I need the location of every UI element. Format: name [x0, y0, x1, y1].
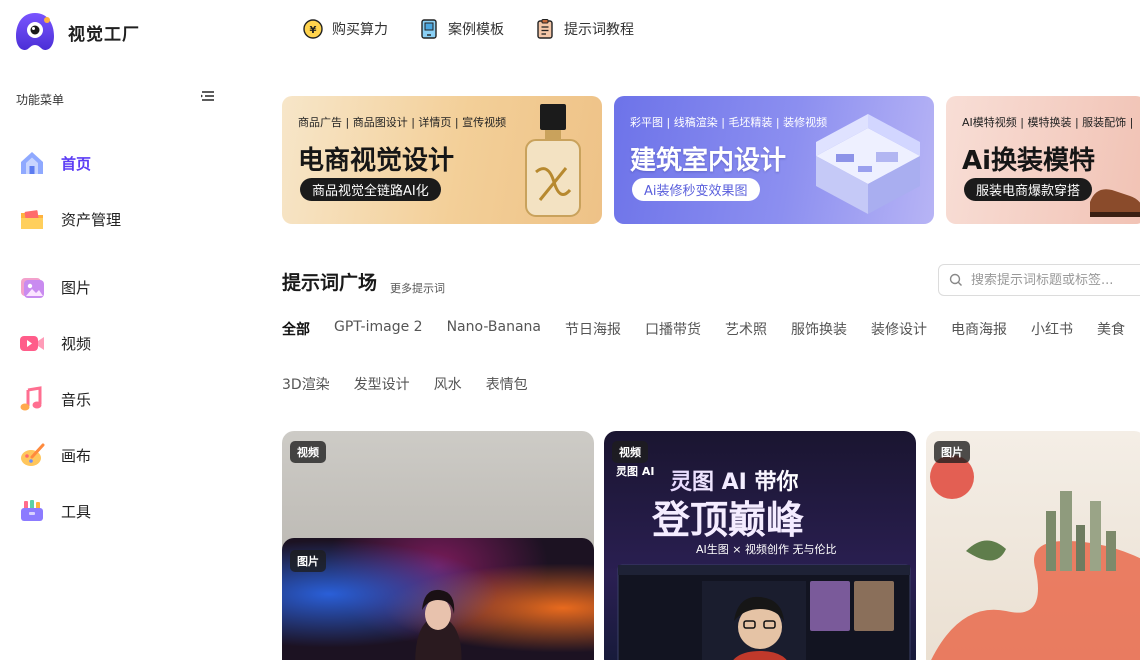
canvas-icon	[21, 443, 45, 466]
media-type-badge: 图片	[934, 441, 970, 463]
lingtu-ai-poster-thumbnail: 灵图 AI 带你 登顶巅峰 AI生图 × 视频创作 无与伦比 灵图 AI	[616, 465, 911, 660]
case-templates-label: 案例模板	[448, 22, 504, 38]
home-icon	[21, 152, 43, 174]
banner-pill: 服装电商爆款穿搭	[964, 178, 1093, 201]
portrait-thumbnail	[415, 589, 462, 660]
video-icon	[20, 336, 44, 351]
prompt-plaza-title: 提示词广场	[282, 272, 378, 294]
sidebar-item-label: 画布	[61, 446, 92, 465]
app-name: 视觉工厂	[68, 24, 140, 45]
category-tab[interactable]: 口播带货	[645, 319, 701, 339]
collapse-menu-icon[interactable]	[200, 89, 216, 103]
top-nav: ¥ 购买算力 案例模板 提示词教程	[302, 18, 664, 40]
category-tab[interactable]: 装修设计	[871, 319, 927, 339]
category-tab[interactable]: 风水	[434, 374, 462, 394]
coin-icon: ¥	[303, 19, 323, 39]
category-tab[interactable]: 节日海报	[565, 319, 621, 339]
search-icon	[949, 273, 962, 286]
media-type-badge: 视频	[290, 441, 326, 463]
category-tab-all[interactable]: 全部	[282, 319, 310, 339]
banner-pill: 商品视觉全链路AI化	[300, 178, 441, 201]
media-type-badge: 图片	[290, 550, 326, 572]
sidebar-item-label: 视频	[61, 334, 92, 353]
category-tab[interactable]: 美食	[1097, 319, 1125, 339]
banner-tags: AI模特视频 | 模特换装 | 服装配饰 |	[962, 116, 1134, 129]
ink-landscape-thumbnail	[930, 455, 1140, 660]
toolbox-icon	[21, 500, 43, 521]
sidebar-item-assets[interactable]: 资产管理	[18, 201, 238, 237]
banner-tags: 彩平图 | 线稿渲染 | 毛坯精装 | 装修视频	[630, 116, 828, 129]
image-icon	[21, 278, 44, 298]
category-tab[interactable]: Nano-Banana	[447, 319, 541, 339]
folder-icon	[21, 210, 43, 229]
banner-headline: Ai换装模特	[962, 146, 1096, 176]
template-phone-icon	[421, 19, 437, 39]
category-tab[interactable]: 3D渲染	[282, 374, 330, 394]
sidebar-title: 功能菜单	[16, 93, 65, 107]
banner-ecommerce-design[interactable]: 商品广告 | 商品图设计 | 详情页 | 宣传视频 电商视觉设计 商品视觉全链路…	[282, 96, 602, 224]
logo-icon	[16, 13, 54, 50]
buy-compute-link[interactable]: ¥ 购买算力	[302, 18, 388, 40]
category-tab[interactable]: 艺术照	[725, 319, 767, 339]
prompt-card[interactable]: 图片	[282, 538, 594, 660]
clipboard-icon	[537, 19, 553, 39]
banner-headline: 建筑室内设计	[630, 146, 787, 176]
app-logo[interactable]: 视觉工厂	[14, 12, 140, 52]
banner-ai-model-swap[interactable]: AI模特视频 | 模特换装 | 服装配饰 | Ai换装模特 服装电商爆款穿搭	[946, 96, 1140, 224]
category-tab[interactable]: GPT-image 2	[334, 319, 423, 339]
sidebar-item-label: 资产管理	[61, 210, 122, 229]
category-tab[interactable]: 电商海报	[951, 319, 1007, 339]
perfume-bottle-icon	[525, 104, 581, 217]
sidebar-item-video[interactable]: 视频	[18, 325, 238, 361]
prompt-search-input[interactable]	[971, 272, 1140, 288]
case-templates-link[interactable]: 案例模板	[418, 18, 504, 40]
category-tab[interactable]: 服饰换装	[791, 319, 847, 339]
sidebar-item-music[interactable]: 音乐	[18, 381, 238, 417]
banner-interior-design[interactable]: 彩平图 | 线稿渲染 | 毛坯精装 | 装修视频 建筑室内设计 Ai装修秒变效果…	[614, 96, 934, 224]
prompt-search-box[interactable]	[938, 264, 1140, 296]
banner-pill: Ai装修秒变效果图	[632, 178, 760, 201]
sidebar-item-canvas[interactable]: 画布	[18, 437, 238, 473]
music-icon	[20, 386, 42, 411]
category-tab[interactable]: 小红书	[1031, 319, 1073, 339]
category-tab[interactable]: 表情包	[486, 374, 528, 394]
poster-line3: AI生图 × 视频创作 无与伦比	[696, 542, 836, 556]
category-tabs-row1: 全部 GPT-image 2 Nano-Banana 节日海报 口播带货 艺术照…	[282, 319, 1140, 339]
buy-compute-label: 购买算力	[332, 22, 388, 38]
poster-brand: 灵图 AI	[616, 465, 654, 478]
sidebar-item-label: 首页	[61, 154, 92, 173]
sidebar-item-label: 图片	[61, 278, 92, 297]
sidebar-item-tools[interactable]: 工具	[18, 493, 238, 529]
banner-headline: 电商视觉设计	[298, 146, 455, 176]
poster-line1: 灵图 AI 带你	[670, 470, 799, 495]
svg-text:¥: ¥	[310, 25, 317, 36]
sidebar-item-label: 音乐	[61, 390, 92, 409]
category-tabs-row2: 3D渲染 发型设计 风水 表情包	[282, 374, 552, 394]
media-type-badge: 视频	[612, 441, 648, 463]
prompt-card[interactable]: 图片	[926, 431, 1140, 660]
prompt-tutorial-link[interactable]: 提示词教程	[534, 18, 634, 40]
banner-tags: 商品广告 | 商品图设计 | 详情页 | 宣传视频	[298, 116, 507, 129]
sidebar-item-images[interactable]: 图片	[18, 269, 238, 305]
prompt-card[interactable]: 灵图 AI 带你 登顶巅峰 AI生图 × 视频创作 无与伦比 灵图 AI 视频	[604, 431, 916, 660]
sidebar-item-label: 工具	[61, 502, 92, 521]
more-prompts-link[interactable]: 更多提示词	[390, 280, 445, 296]
isometric-room-icon	[816, 114, 920, 214]
shoe-icon	[1090, 189, 1140, 217]
poster-line2: 登顶巅峰	[651, 498, 804, 542]
sidebar-item-home[interactable]: 首页	[18, 145, 238, 181]
category-tab[interactable]: 发型设计	[354, 374, 410, 394]
prompt-tutorial-label: 提示词教程	[564, 22, 634, 38]
